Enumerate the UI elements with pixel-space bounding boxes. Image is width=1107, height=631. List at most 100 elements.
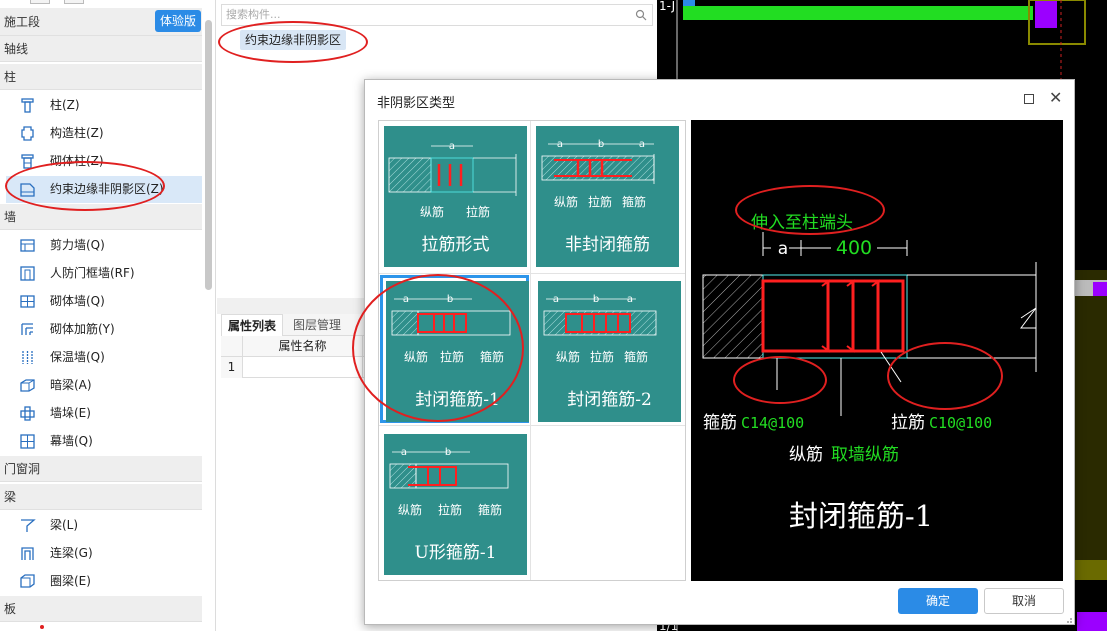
civil-defense-wall-icon	[19, 265, 36, 282]
sidebar-top-tab[interactable]	[64, 0, 84, 4]
constructional-column-icon	[19, 125, 36, 142]
sidebar-item-label: 砌体墙(Q)	[50, 294, 105, 308]
u-stirrup-diagram: a b 纵筋 拉筋 箍筋	[389, 447, 509, 517]
callout-label: 纵筋	[404, 349, 428, 364]
grid-divider	[379, 273, 685, 274]
sidebar-item-wall-pier[interactable]: 墙垛(E)	[6, 400, 202, 427]
section-opening[interactable]: 门窗洞	[0, 456, 202, 482]
section-beam[interactable]: 梁	[0, 484, 202, 510]
section-label: 墙	[4, 210, 17, 224]
sidebar-item-ring-beam[interactable]: 圈梁(E)	[6, 568, 202, 595]
sidebar-item-masonry-rebar[interactable]: 砌体加筋(Y)	[6, 316, 202, 343]
sidebar-item-label: 剪力墙(Q)	[50, 238, 105, 252]
dim-label: a	[557, 139, 563, 150]
callout-label: 纵筋	[554, 194, 578, 209]
sidebar-item-label: 幕墙(Q)	[50, 434, 93, 448]
non-shadow-type-dialog: 非阴影区类型 ✕ a 纵筋 拉筋 拉筋形式 a b a 纵筋 拉筋 箍筋 非封闭…	[364, 79, 1075, 625]
search-icon[interactable]	[635, 9, 647, 21]
maximize-icon[interactable]	[1024, 94, 1034, 104]
section-column[interactable]: 柱	[0, 64, 202, 90]
sidebar-item-shear-wall[interactable]: 剪力墙(Q)	[6, 232, 202, 259]
property-name-cell[interactable]	[243, 357, 363, 378]
sidebar-item-column[interactable]: 柱(Z)	[6, 92, 202, 119]
section-label: 梁	[4, 490, 17, 504]
curtain-wall-icon	[19, 433, 36, 450]
sidebar-item-label: 暗梁(A)	[50, 378, 92, 392]
dim-label: a	[449, 141, 455, 152]
wall-pier-icon	[19, 405, 36, 422]
callout-label: 纵筋	[420, 204, 444, 219]
masonry-wall-icon	[19, 293, 36, 310]
sidebar-item-beam[interactable]: 梁(L)	[6, 512, 202, 539]
extend-to-column-end-label: 伸入至柱端头	[751, 213, 853, 233]
sidebar-item-masonry-column[interactable]: 砌体柱(Z)	[6, 148, 202, 175]
close-icon[interactable]: ✕	[1049, 90, 1063, 106]
sidebar-item-label: 砌体柱(Z)	[50, 154, 104, 168]
callout-label: 箍筋	[480, 349, 504, 364]
sidebar-item-coupling-beam[interactable]: 连梁(G)	[6, 540, 202, 567]
sidebar-item-label: 保温墙(Q)	[50, 350, 105, 364]
sidebar-item-civil-defense-wall[interactable]: 人防门框墙(RF)	[6, 260, 202, 287]
type-tile-open-stirrup[interactable]: a b a 纵筋 拉筋 箍筋 非封闭箍筋	[536, 126, 679, 267]
dim-label: b	[598, 139, 604, 150]
dim-label: a	[639, 139, 645, 150]
grid-divider	[379, 425, 685, 426]
sidebar-top-tab[interactable]	[30, 0, 50, 4]
column-header-name: 属性名称	[243, 336, 363, 357]
insulation-wall-icon	[19, 349, 36, 366]
cancel-button[interactable]: 取消	[984, 588, 1064, 614]
section-axis[interactable]: 轴线	[0, 36, 202, 62]
dim-a-label: a	[778, 239, 788, 259]
tab-property-list[interactable]: 属性列表	[221, 314, 284, 336]
type-tile-tie[interactable]: a 纵筋 拉筋 拉筋形式	[384, 126, 527, 267]
sidebar-item-masonry-wall[interactable]: 砌体墙(Q)	[6, 288, 202, 315]
callout-label: 拉筋	[588, 194, 612, 209]
callout-label: 箍筋	[478, 502, 502, 517]
callout-label: 箍筋	[624, 349, 648, 364]
tile-label: 封闭箍筋-1	[415, 390, 500, 410]
ring-beam-icon	[19, 573, 36, 590]
shear-wall-icon	[19, 237, 36, 254]
type-grid: a 纵筋 拉筋 拉筋形式 a b a 纵筋 拉筋 箍筋 非封闭箍筋 a b 纵筋…	[378, 120, 686, 581]
type-tile-u-stirrup[interactable]: a b 纵筋 拉筋 箍筋 U形箍筋-1	[384, 434, 527, 575]
trial-version-button[interactable]: 体验版	[155, 10, 201, 32]
sidebar-item-label: 砌体加筋(Y)	[50, 322, 115, 336]
sidebar-item-curtain-wall[interactable]: 幕墙(Q)	[6, 428, 202, 455]
sidebar-item-label: 柱(Z)	[50, 98, 80, 112]
dim-label: b	[445, 447, 451, 458]
section-wall[interactable]: 墙	[0, 204, 202, 230]
callout-label: 拉筋	[466, 204, 490, 219]
longitudinal-bar-label: 纵筋	[789, 445, 823, 465]
hidden-beam-icon	[19, 377, 36, 394]
sidebar-item-label: 圈梁(E)	[50, 574, 91, 588]
sidebar-item-label: 梁(L)	[50, 518, 79, 532]
row-number: 1	[221, 357, 243, 378]
longitudinal-bar-value: 取墙纵筋	[831, 445, 899, 465]
tile-label: 非封闭箍筋	[565, 235, 650, 255]
tab-layer-manager[interactable]: 图层管理	[287, 314, 347, 336]
preview-panel: 伸入至柱端头 a 400 箍筋 C14@100 拉筋 C10@100 纵筋 取墙…	[691, 120, 1063, 581]
sidebar-item-label: 构造柱(Z)	[50, 126, 104, 140]
component-list-item[interactable]: 约束边缘非阴影区	[240, 30, 347, 50]
search-input[interactable]: 搜索构件...	[221, 4, 653, 26]
type-tile-closed-stirrup-2[interactable]: a b a 纵筋 拉筋 箍筋 封闭箍筋-2	[538, 281, 681, 422]
preview-diagram: 伸入至柱端头 a 400 箍筋 C14@100 拉筋 C10@100 纵筋 取墙…	[702, 213, 1037, 533]
sidebar-item-label: 约束边缘非阴影区(Z)	[50, 182, 164, 196]
sidebar-item-constraint-edge-non-shadow[interactable]: 约束边缘非阴影区(Z)	[6, 176, 202, 203]
sidebar-item-label: 墙垛(E)	[50, 406, 91, 420]
grid-divider	[530, 121, 531, 580]
sidebar-item-hidden-beam[interactable]: 暗梁(A)	[6, 372, 202, 399]
tile-label: 封闭箍筋-2	[567, 390, 652, 410]
type-tile-closed-stirrup-1[interactable]: a b 纵筋 拉筋 箍筋 封闭箍筋-1	[386, 281, 529, 422]
open-stirrup-diagram: a b a 纵筋 拉筋 箍筋	[541, 139, 655, 209]
axis-label: 1-J	[659, 0, 675, 13]
section-slab[interactable]: 板	[0, 596, 202, 622]
sidebar-item-insulation-wall[interactable]: 保温墙(Q)	[6, 344, 202, 371]
tile-label: U形箍筋-1	[414, 543, 497, 563]
ok-button[interactable]: 确定	[898, 588, 978, 614]
sidebar-item-constructional-column[interactable]: 构造柱(Z)	[6, 120, 202, 147]
sidebar-scrollbar[interactable]	[205, 20, 212, 290]
resize-grip-icon[interactable]	[1063, 614, 1073, 624]
search-placeholder: 搜索构件...	[226, 8, 281, 21]
sidebar-item-label: 人防门框墙(RF)	[50, 266, 135, 280]
